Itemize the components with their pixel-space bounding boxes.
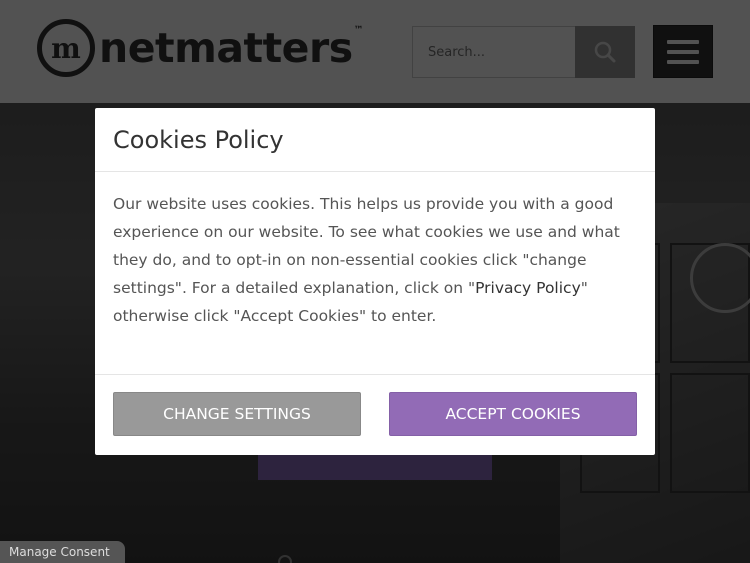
modal-header: Cookies Policy	[95, 108, 655, 172]
change-settings-button[interactable]: CHANGE SETTINGS	[113, 392, 361, 436]
modal-text: Our website uses cookies. This helps us …	[113, 190, 637, 330]
manage-consent-button[interactable]: Manage Consent	[0, 541, 125, 563]
accept-cookies-button[interactable]: ACCEPT COOKIES	[389, 392, 637, 436]
modal-title: Cookies Policy	[113, 125, 284, 154]
modal-footer: CHANGE SETTINGS ACCEPT COOKIES	[95, 375, 655, 455]
privacy-policy-link[interactable]: Privacy Policy	[475, 279, 581, 297]
modal-body: Our website uses cookies. This helps us …	[95, 172, 655, 375]
cookies-modal: Cookies Policy Our website uses cookies.…	[95, 108, 655, 455]
